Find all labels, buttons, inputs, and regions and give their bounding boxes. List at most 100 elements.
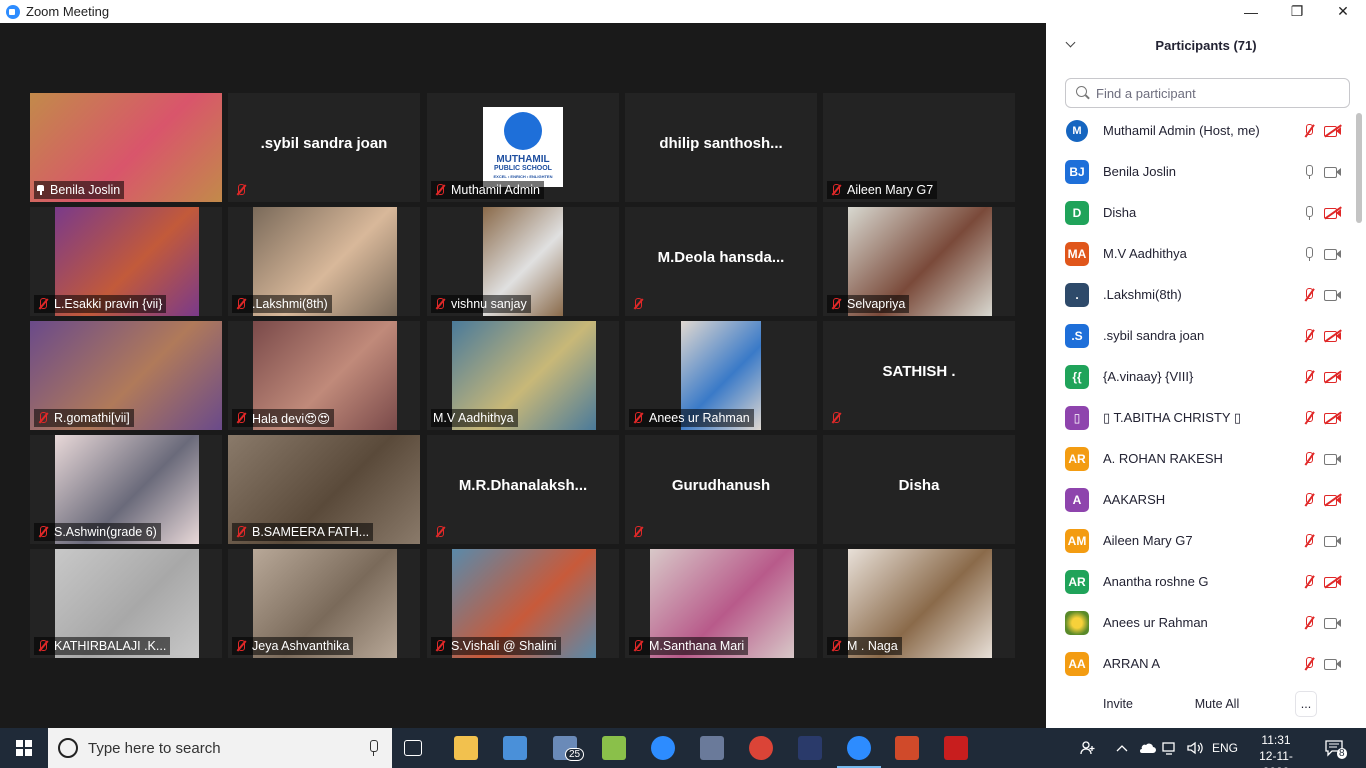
video-tile[interactable]: .sybil sandra joan xyxy=(228,93,420,202)
participant-row[interactable]: .S .sybil sandra joan xyxy=(1046,315,1356,356)
close-button[interactable]: ✕ xyxy=(1320,0,1366,23)
participant-row[interactable]: AR Anantha roshne G xyxy=(1046,561,1356,602)
participant-row[interactable]: AM Aileen Mary G7 xyxy=(1046,520,1356,561)
mute-all-button[interactable]: Mute All xyxy=(1186,691,1248,717)
video-off-icon[interactable] xyxy=(1324,369,1342,384)
mic-muted-icon[interactable] xyxy=(1302,615,1316,631)
file-explorer-icon[interactable] xyxy=(454,736,478,760)
internet-explorer-icon[interactable] xyxy=(651,736,675,760)
network-icon[interactable] xyxy=(1162,728,1178,768)
participant-row[interactable]: BJ Benila Joslin xyxy=(1046,151,1356,192)
mic-muted-icon[interactable] xyxy=(1302,451,1316,467)
video-off-icon[interactable] xyxy=(1324,410,1342,425)
more-options-button[interactable]: ... xyxy=(1295,691,1317,717)
participant-row[interactable]: ▯ ▯ T.ABITHA CHRISTY ▯ xyxy=(1046,397,1356,438)
video-tile[interactable]: Hala devi😍😍 xyxy=(228,321,420,430)
tray-chevron-up-icon[interactable] xyxy=(1116,728,1128,768)
start-button[interactable] xyxy=(0,728,48,768)
video-tile[interactable]: M.Santhana Mari xyxy=(625,549,817,658)
mic-icon[interactable] xyxy=(1302,205,1316,221)
app-icon[interactable] xyxy=(700,736,724,760)
video-tile[interactable]: L.Esakki pravin {vii} xyxy=(30,207,222,316)
chrome-icon[interactable] xyxy=(749,736,773,760)
minimize-button[interactable]: — xyxy=(1228,0,1274,23)
mic-muted-icon[interactable] xyxy=(1302,492,1316,508)
video-tile[interactable]: Anees ur Rahman xyxy=(625,321,817,430)
participant-row[interactable]: {{{A.vinaay} {VIII} xyxy=(1046,356,1356,397)
maximize-button[interactable]: ❐ xyxy=(1274,0,1320,23)
mic-icon[interactable] xyxy=(1302,246,1316,262)
mic-muted-icon[interactable] xyxy=(1302,287,1316,303)
task-view-icon[interactable] xyxy=(404,740,422,756)
video-tile[interactable]: R.gomathi[vii] xyxy=(30,321,222,430)
video-tile[interactable]: Gurudhanush xyxy=(625,435,817,544)
video-camera-icon[interactable] xyxy=(1324,534,1342,548)
video-off-icon[interactable] xyxy=(1324,123,1342,138)
participant-row[interactable]: Anees ur Rahman xyxy=(1046,602,1356,643)
video-tile[interactable]: KATHIRBALAJI .K... xyxy=(30,549,222,658)
video-camera-icon[interactable] xyxy=(1324,165,1342,179)
mic-muted-icon[interactable] xyxy=(1302,328,1316,344)
video-tile[interactable]: S.Ashwin(grade 6) xyxy=(30,435,222,544)
acrobat-icon[interactable] xyxy=(944,736,968,760)
taskbar-search[interactable]: Type here to search xyxy=(48,728,392,768)
video-tile[interactable]: .Lakshmi(8th) xyxy=(228,207,420,316)
participant-row[interactable]: . .Lakshmi(8th) xyxy=(1046,274,1356,315)
people-icon[interactable] xyxy=(1080,728,1096,768)
video-camera-icon[interactable] xyxy=(1324,616,1342,630)
invite-button[interactable]: Invite xyxy=(1097,691,1139,717)
mic-icon[interactable] xyxy=(1302,164,1316,180)
video-off-icon[interactable] xyxy=(1324,205,1342,220)
participant-search[interactable] xyxy=(1065,78,1350,108)
video-tile[interactable]: Benila Joslin xyxy=(30,93,222,202)
participant-row[interactable]: MA M.V Aadhithya xyxy=(1046,233,1356,274)
system-clock[interactable]: 11:31 12-11-2020 xyxy=(1246,732,1306,768)
onedrive-cloud-icon[interactable] xyxy=(1138,728,1156,768)
video-tile[interactable]: S.Vishali @ Shalini xyxy=(427,549,619,658)
store-icon[interactable] xyxy=(503,736,527,760)
mic-muted-icon[interactable] xyxy=(1302,656,1316,672)
video-off-icon[interactable] xyxy=(1324,492,1342,507)
participant-search-input[interactable] xyxy=(1096,85,1336,101)
video-tile[interactable]: Aileen Mary G7 xyxy=(823,93,1015,202)
mail-icon[interactable]: 25 xyxy=(553,736,585,761)
mic-muted-icon[interactable] xyxy=(1302,123,1316,139)
participant-row[interactable]: AA ARRAN A xyxy=(1046,643,1356,684)
notifications-icon[interactable]: 8 xyxy=(1324,728,1347,768)
volume-icon[interactable] xyxy=(1186,728,1204,768)
mic-muted-icon[interactable] xyxy=(1302,574,1316,590)
participant-list-scrollbar[interactable] xyxy=(1356,113,1362,223)
video-tile[interactable]: dhilip santhosh... xyxy=(625,93,817,202)
photoshop-icon[interactable] xyxy=(798,736,822,760)
mic-muted-icon[interactable] xyxy=(1302,410,1316,426)
video-tile[interactable]: Jeya Ashvanthika xyxy=(228,549,420,658)
mic-muted-icon[interactable] xyxy=(1302,369,1316,385)
participant-row[interactable]: M Muthamil Admin (Host, me) xyxy=(1046,110,1356,151)
video-tile[interactable]: M.V Aadhithya xyxy=(427,321,619,430)
video-tile[interactable]: MUTHAMIL PUBLIC SCHOOL EXCEL • ENRICH • EN… xyxy=(427,93,619,202)
language-indicator[interactable]: ENG xyxy=(1212,728,1238,768)
mic-muted-icon[interactable] xyxy=(1302,533,1316,549)
video-off-icon[interactable] xyxy=(1324,328,1342,343)
zoom-icon[interactable] xyxy=(837,736,881,768)
video-tile[interactable]: vishnu sanjay xyxy=(427,207,619,316)
powerpoint-icon[interactable] xyxy=(895,736,919,760)
video-tile[interactable]: M.Deola hansda... xyxy=(625,207,817,316)
video-off-icon[interactable] xyxy=(1324,574,1342,589)
video-tile[interactable]: M . Naga xyxy=(823,549,1015,658)
video-tile[interactable]: SATHISH . xyxy=(823,321,1015,430)
video-camera-icon[interactable] xyxy=(1324,288,1342,302)
video-camera-icon[interactable] xyxy=(1324,452,1342,466)
video-tile[interactable]: B.SAMEERA FATH... xyxy=(228,435,420,544)
video-tile[interactable]: M.R.Dhanalaksh... xyxy=(427,435,619,544)
participant-row[interactable]: AR A. ROHAN RAKESH xyxy=(1046,438,1356,479)
participant-row[interactable]: D Disha xyxy=(1046,192,1356,233)
video-camera-icon[interactable] xyxy=(1324,247,1342,261)
video-tile[interactable]: Selvapriya xyxy=(823,207,1015,316)
panel-footer: Invite Mute All ... xyxy=(1046,685,1366,728)
books-icon[interactable] xyxy=(602,736,626,760)
video-tile[interactable]: Disha xyxy=(823,435,1015,544)
microphone-icon[interactable] xyxy=(368,740,378,756)
video-camera-icon[interactable] xyxy=(1324,657,1342,671)
participant-row[interactable]: A AAKARSH xyxy=(1046,479,1356,520)
